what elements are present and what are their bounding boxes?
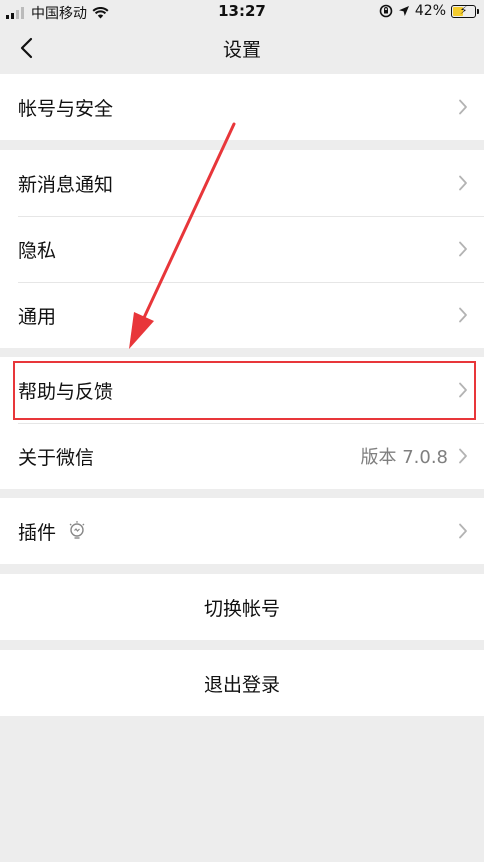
chevron-right-icon <box>459 523 467 539</box>
battery-icon: ⚡ <box>451 3 479 18</box>
row-plugins[interactable]: 插件 <box>0 498 484 564</box>
row-label: 通用 <box>18 305 57 328</box>
row-new-message-notification[interactable]: 新消息通知 <box>0 150 484 216</box>
row-label: 帮助与反馈 <box>18 380 114 403</box>
page-title: 设置 <box>222 39 261 61</box>
row-label: 帐号与安全 <box>18 97 114 120</box>
settings-group-support: 帮助与反馈 关于微信 版本 7.0.8 <box>0 357 484 489</box>
chevron-right-icon <box>459 307 467 323</box>
chevron-right-icon <box>459 448 467 464</box>
chevron-right-icon <box>459 241 467 257</box>
location-icon <box>398 6 409 16</box>
charging-bolt-icon: ⚡ <box>459 3 468 17</box>
switch-account-button[interactable]: 切换帐号 <box>0 574 484 640</box>
status-bar: 中国移动 13:27 42% ⚡ <box>0 0 484 22</box>
chevron-right-icon <box>459 175 467 191</box>
chevron-right-icon <box>459 382 467 398</box>
chevron-right-icon <box>459 99 467 115</box>
row-help-feedback[interactable]: 帮助与反馈 <box>0 357 484 423</box>
row-about-wechat[interactable]: 关于微信 版本 7.0.8 <box>0 423 484 489</box>
row-privacy[interactable]: 隐私 <box>0 216 484 282</box>
row-label: 关于微信 <box>18 446 95 469</box>
row-label: 隐私 <box>18 239 57 262</box>
row-account-security[interactable]: 帐号与安全 <box>0 74 484 140</box>
logout-button[interactable]: 退出登录 <box>0 650 484 716</box>
status-right: 42% ⚡ <box>379 3 479 19</box>
switch-account-group: 切换帐号 <box>0 574 484 640</box>
switch-account-label: 切换帐号 <box>203 597 280 620</box>
settings-group-account: 帐号与安全 <box>0 74 484 140</box>
lightbulb-icon <box>69 521 85 539</box>
row-label: 插件 <box>18 521 57 544</box>
logout-group: 退出登录 <box>0 650 484 716</box>
settings-group-preferences: 新消息通知 隐私 通用 <box>0 150 484 348</box>
row-label: 新消息通知 <box>18 173 114 196</box>
row-general[interactable]: 通用 <box>0 282 484 348</box>
rotation-lock-icon <box>379 4 393 18</box>
logout-label: 退出登录 <box>203 673 280 696</box>
nav-bar: 设置 <box>0 22 484 74</box>
back-button[interactable] <box>12 32 44 64</box>
battery-percent: 42% <box>414 3 446 19</box>
version-value: 版本 7.0.8 <box>360 447 448 468</box>
settings-group-plugins: 插件 <box>0 498 484 564</box>
chevron-left-icon <box>20 37 33 59</box>
